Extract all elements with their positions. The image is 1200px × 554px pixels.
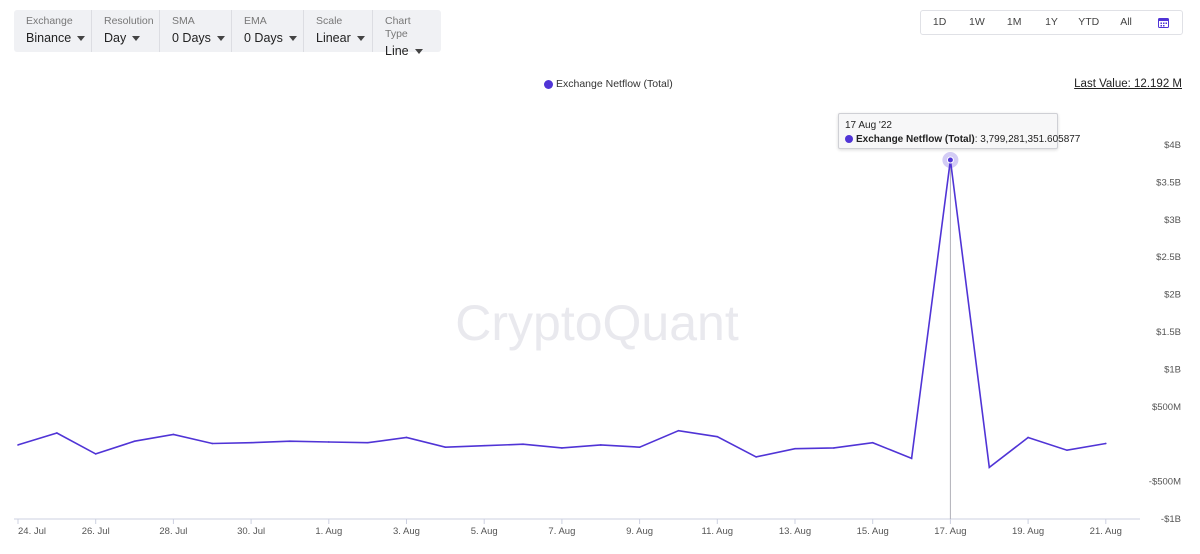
x-axis: 24. Jul 26. Jul 28. Jul 30. Jul 1. Aug 3. Aug… bbox=[17, 519, 1122, 537]
data-point bbox=[366, 441, 369, 444]
cryptoquant-watermark: CryptoQuant bbox=[455, 295, 739, 351]
data-point bbox=[1105, 442, 1107, 445]
data-point bbox=[483, 444, 486, 447]
y-tick-label: $1.5B bbox=[1156, 327, 1181, 338]
data-point bbox=[677, 429, 680, 432]
tooltip-value: : 3,799,281,351.605877 bbox=[974, 134, 1081, 145]
data-point bbox=[833, 447, 835, 449]
y-tick-label: $1B bbox=[1164, 364, 1181, 375]
data-point bbox=[250, 441, 252, 444]
data-point bbox=[638, 446, 641, 448]
x-tick-label: 5. Aug bbox=[471, 526, 498, 537]
x-tick-label: 11. Aug bbox=[702, 526, 734, 537]
data-point bbox=[988, 466, 991, 469]
data-point bbox=[755, 456, 757, 458]
data-point bbox=[599, 444, 602, 446]
y-tick-label: -$500M bbox=[1149, 477, 1181, 488]
y-tick-label: $3.5B bbox=[1156, 177, 1181, 188]
y-tick-label: $500M bbox=[1152, 402, 1181, 413]
y-tick-label: $3B bbox=[1164, 215, 1181, 226]
y-tick-label: $2B bbox=[1164, 290, 1181, 301]
data-point bbox=[56, 432, 58, 434]
x-tick-label: 7. Aug bbox=[548, 526, 575, 537]
x-tick-label: 24. Jul bbox=[18, 526, 46, 537]
x-tick-label: 15. Aug bbox=[857, 526, 889, 537]
y-tick-label: $4B bbox=[1164, 140, 1181, 151]
data-point bbox=[522, 443, 524, 446]
data-point bbox=[1066, 449, 1068, 451]
x-tick-label: 9. Aug bbox=[626, 526, 653, 537]
x-tick-label: 26. Jul bbox=[82, 526, 110, 537]
x-tick-label: 3. Aug bbox=[393, 526, 420, 537]
tooltip-date: 17 Aug '22 bbox=[845, 120, 892, 131]
data-tooltip: 17 Aug '22 Exchange Netflow (Total): 3,7… bbox=[838, 113, 1080, 149]
data-point bbox=[289, 440, 291, 443]
x-tick-label: 13. Aug bbox=[779, 526, 811, 537]
highlight-point[interactable] bbox=[946, 156, 954, 164]
data-point bbox=[561, 447, 563, 449]
data-point bbox=[17, 444, 19, 446]
tooltip-dot-icon bbox=[845, 135, 853, 143]
data-point bbox=[328, 441, 330, 443]
data-point bbox=[1027, 436, 1029, 439]
data-point bbox=[133, 440, 136, 443]
data-point bbox=[871, 441, 874, 444]
x-tick-label: 30. Jul bbox=[237, 526, 265, 537]
data-point bbox=[211, 442, 214, 445]
x-tick-label: 21. Aug bbox=[1090, 526, 1122, 537]
x-tick-label: 19. Aug bbox=[1012, 526, 1044, 537]
x-tick-label: 1. Aug bbox=[315, 526, 342, 537]
y-tick-label: $2.5B bbox=[1156, 252, 1181, 263]
data-point bbox=[716, 435, 719, 438]
data-point bbox=[405, 436, 408, 439]
x-tick-label: 17. Aug bbox=[934, 526, 966, 537]
y-axis: $4B $3.5B $3B $2.5B $2B $1.5B $1B $500M -$500M -$… bbox=[1149, 140, 1181, 525]
data-point bbox=[94, 453, 97, 455]
data-point bbox=[444, 446, 447, 448]
y-tick-label: -$1B bbox=[1161, 514, 1181, 525]
x-tick-label: 28. Jul bbox=[159, 526, 187, 537]
data-point bbox=[910, 457, 913, 460]
tooltip-series-name: Exchange Netflow (Total) bbox=[856, 134, 975, 145]
data-point bbox=[172, 433, 175, 436]
data-point bbox=[794, 447, 796, 450]
netflow-line-chart: CryptoQuant $4B$3.5B$3B$2.5B$2B$1.5B$1B$… bbox=[14, 140, 1181, 537]
